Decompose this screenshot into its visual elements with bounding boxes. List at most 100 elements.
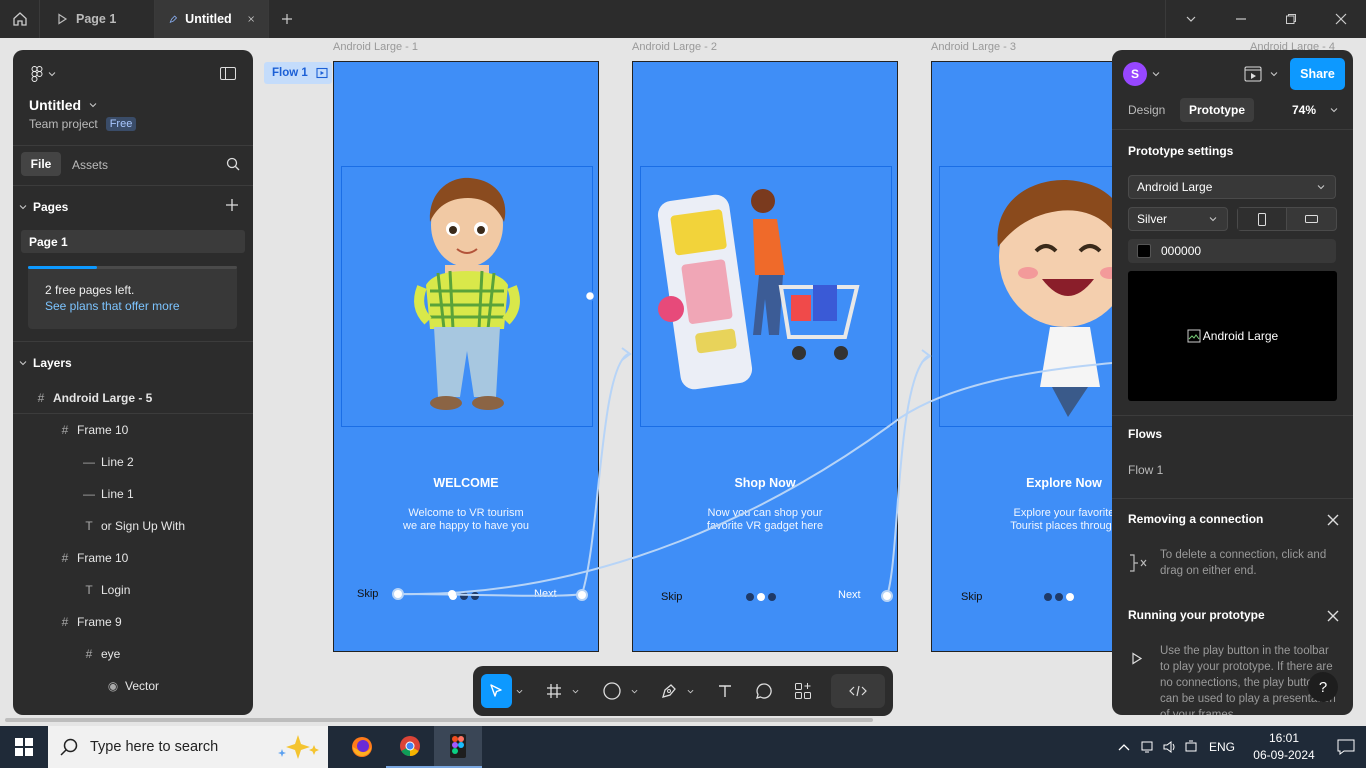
add-connection-handle[interactable] xyxy=(584,290,596,302)
layer-row[interactable]: # Frame 10 xyxy=(13,542,253,574)
toggle-sidebar-button[interactable] xyxy=(220,67,236,83)
connection-handle[interactable] xyxy=(576,589,588,601)
tab-file[interactable]: File xyxy=(21,152,61,176)
flow-item[interactable]: Flow 1 xyxy=(1128,463,1163,477)
layer-row[interactable]: ◉ Vector xyxy=(13,670,253,702)
chevron-down-icon xyxy=(1186,16,1196,22)
layer-row[interactable]: Tor Sign Up With xyxy=(13,510,253,542)
tab-prototype[interactable]: Prototype xyxy=(1180,98,1254,122)
chevron-down-icon xyxy=(48,72,56,77)
show-hidden-icons[interactable] xyxy=(1112,743,1136,751)
dev-mode-toggle[interactable] xyxy=(830,674,885,708)
right-sidebar: S Share Design Prototype 74% Prototype s… xyxy=(1112,50,1353,715)
close-icon xyxy=(1335,13,1347,25)
plans-link[interactable]: See plans that offer more xyxy=(45,299,180,313)
layer-row[interactable]: # Frame 9 xyxy=(13,606,253,638)
layers-section-header[interactable]: Layers xyxy=(19,356,72,370)
layer-row[interactable]: — Line 2 xyxy=(13,446,253,478)
windows-taskbar: Type here to search ENG 16:01 06-09-2024 xyxy=(0,726,1366,768)
device-select[interactable]: Android Large xyxy=(1128,175,1336,199)
file-name-button[interactable]: Untitled xyxy=(29,97,97,113)
close-icon[interactable] xyxy=(1325,512,1341,528)
pages-section-header[interactable]: Pages xyxy=(19,200,68,214)
layer-name: Vector xyxy=(125,679,160,693)
home-button[interactable] xyxy=(0,0,40,38)
comment-tool[interactable] xyxy=(747,674,780,708)
chevron-down-icon xyxy=(19,205,27,210)
language-indicator[interactable]: ENG xyxy=(1202,740,1242,754)
search-placeholder: Type here to search xyxy=(90,739,219,755)
start-button[interactable] xyxy=(0,726,48,768)
shape-tool-menu[interactable] xyxy=(629,674,641,708)
layer-row[interactable]: # Frame 10 xyxy=(13,414,253,446)
notification-icon xyxy=(1337,739,1355,755)
battery-tray[interactable] xyxy=(1180,740,1202,754)
connection-handle[interactable] xyxy=(392,588,404,600)
landscape-icon xyxy=(1305,215,1318,223)
plan-badge[interactable]: Free xyxy=(105,117,137,131)
move-tool[interactable] xyxy=(481,674,512,708)
new-tab-button[interactable] xyxy=(269,0,305,38)
close-tab-icon[interactable] xyxy=(248,14,254,24)
main-menu-button[interactable] xyxy=(13,64,253,84)
present-button[interactable] xyxy=(1244,66,1278,82)
connection-handle[interactable] xyxy=(881,590,893,602)
add-page-button[interactable] xyxy=(226,199,238,214)
portrait-button[interactable] xyxy=(1238,208,1288,230)
minimize-button[interactable] xyxy=(1216,0,1266,38)
tab-page-1[interactable]: Page 1 xyxy=(40,0,155,38)
frame-tool[interactable] xyxy=(537,674,570,708)
layer-row[interactable]: T Login xyxy=(13,574,253,606)
volume-tray[interactable] xyxy=(1158,740,1180,754)
shape-tool[interactable] xyxy=(596,674,629,708)
device-preview: Android Large xyxy=(1128,271,1337,401)
taskbar-figma[interactable] xyxy=(434,726,482,768)
page-item-page-1[interactable]: Page 1 xyxy=(21,230,245,253)
model-select[interactable]: Silver xyxy=(1128,207,1228,231)
tab-assets[interactable]: Assets xyxy=(72,158,108,172)
frame-tool-menu[interactable] xyxy=(570,674,582,708)
close-icon[interactable] xyxy=(1325,608,1341,624)
layer-name: Line 1 xyxy=(101,487,134,501)
share-button[interactable]: Share xyxy=(1290,58,1345,90)
pen-tool[interactable] xyxy=(652,674,685,708)
running-prototype-header: Running your prototype xyxy=(1128,608,1265,622)
background-color-field[interactable]: 000000 xyxy=(1128,239,1336,263)
chevron-up-icon xyxy=(1118,744,1130,751)
team-name: Team project xyxy=(29,117,98,131)
firefox-icon xyxy=(352,737,372,757)
restore-button[interactable] xyxy=(1266,0,1316,38)
actions-tool[interactable] xyxy=(786,674,819,708)
user-menu[interactable]: S xyxy=(1123,62,1160,86)
zoom-control[interactable]: 74% xyxy=(1292,103,1338,117)
text-tool[interactable] xyxy=(709,674,742,708)
free-pages-notice: 2 free pages left. See plans that offer … xyxy=(28,266,237,329)
canvas-scrollbar[interactable] xyxy=(5,718,873,722)
clock[interactable]: 16:01 06-09-2024 xyxy=(1242,730,1326,764)
pen-icon xyxy=(661,684,676,698)
tab-label: Page 1 xyxy=(76,12,117,26)
layer-name: Login xyxy=(101,583,131,597)
connection-handle[interactable] xyxy=(448,590,456,598)
move-tool-menu[interactable] xyxy=(512,674,527,708)
landscape-button[interactable] xyxy=(1287,208,1336,230)
close-window-button[interactable] xyxy=(1316,0,1366,38)
help-button[interactable]: ? xyxy=(1308,672,1338,702)
battery-icon xyxy=(1185,740,1197,752)
color-swatch[interactable] xyxy=(1137,244,1151,258)
pen-tool-menu[interactable] xyxy=(685,674,697,708)
layer-row[interactable]: # eye xyxy=(13,638,253,670)
layer-row[interactable]: — Line 1 xyxy=(13,478,253,510)
portrait-icon xyxy=(1258,212,1266,226)
color-hex[interactable]: 000000 xyxy=(1161,244,1201,258)
notifications-button[interactable] xyxy=(1326,739,1366,755)
tab-list-button[interactable] xyxy=(1166,0,1216,38)
taskbar-search[interactable]: Type here to search xyxy=(48,726,328,768)
network-tray[interactable] xyxy=(1136,740,1158,754)
taskbar-chrome[interactable] xyxy=(386,726,434,768)
layer-row[interactable]: # Android Large - 5 xyxy=(13,382,253,414)
tab-design[interactable]: Design xyxy=(1128,103,1165,117)
search-layers-button[interactable] xyxy=(226,157,240,174)
taskbar-firefox[interactable] xyxy=(338,726,386,768)
tab-untitled[interactable]: Untitled xyxy=(155,0,269,38)
